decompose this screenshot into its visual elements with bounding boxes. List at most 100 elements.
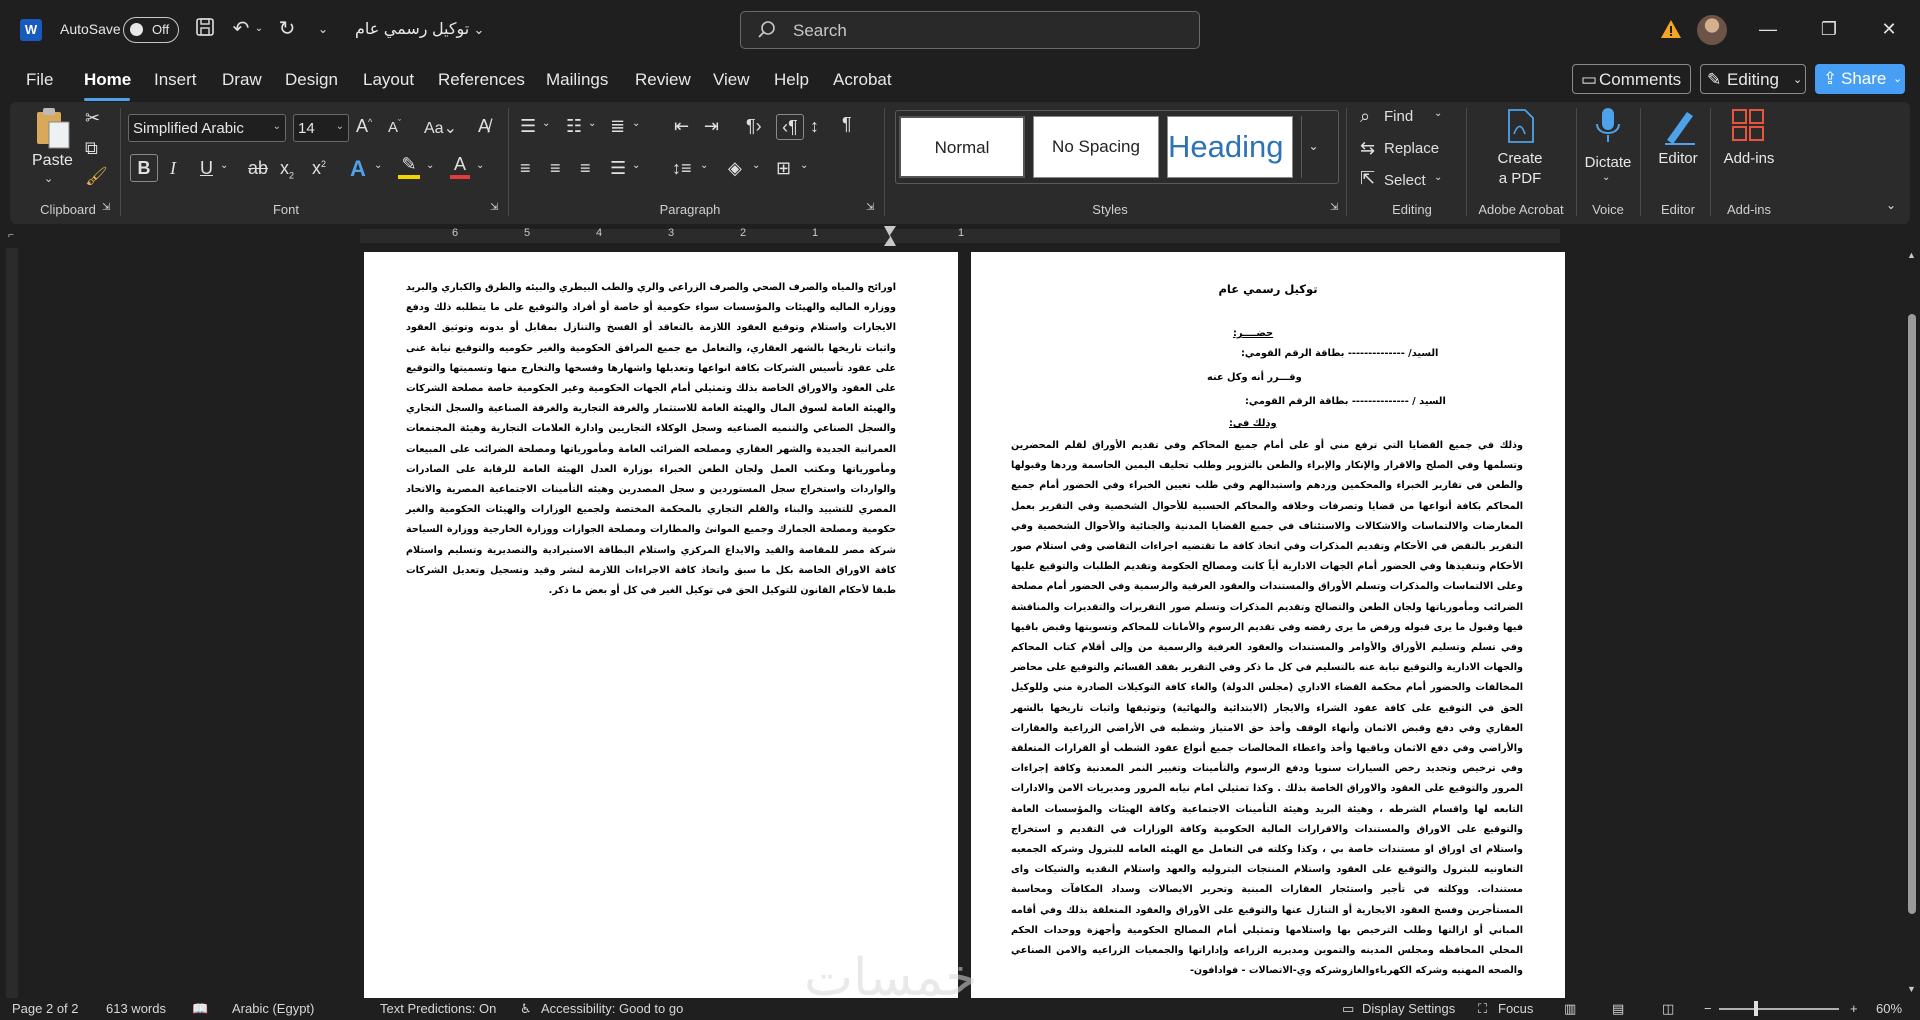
dictate-label[interactable]: Dictate — [1576, 154, 1640, 171]
replace-icon[interactable]: ⇆ — [1360, 138, 1375, 159]
show-marks-icon[interactable]: ¶ — [842, 114, 852, 135]
scrollbar-thumb[interactable] — [1908, 314, 1916, 914]
attendance-label[interactable]: حضــــر: — [1233, 328, 1273, 339]
user-avatar[interactable] — [1697, 15, 1727, 45]
page-body-text[interactable]: وذلك في جميع القضايا التي ترفع مني أو عل… — [1011, 436, 1523, 981]
replace-label[interactable]: Replace — [1384, 140, 1439, 157]
dictate-chevron-icon[interactable]: ⌄ — [1602, 172, 1610, 183]
style-normal[interactable]: Normal — [899, 116, 1025, 178]
find-icon[interactable]: ⌕ — [1360, 106, 1370, 127]
cut-icon[interactable]: ✂ — [85, 108, 100, 129]
editor-label[interactable]: Editor — [1646, 150, 1710, 167]
format-painter-icon[interactable]: 🖌 — [85, 166, 108, 187]
decrease-indent-icon[interactable]: ⇤ — [674, 116, 689, 137]
microphone-icon[interactable] — [1588, 106, 1628, 146]
underline-icon[interactable]: U — [200, 158, 213, 179]
agent-line[interactable]: السيد / -------------- بطاقة الرقم القوم… — [1245, 396, 1446, 407]
redo-icon[interactable]: ↻ — [274, 16, 300, 42]
share-button[interactable]: ⇪ Share ⌄ — [1815, 64, 1905, 94]
bullets-chevron-icon[interactable]: ⌄ — [542, 118, 550, 129]
font-color-chevron-icon[interactable]: ⌄ — [476, 160, 484, 171]
zoom-slider-thumb[interactable] — [1754, 1001, 1758, 1016]
editor-icon[interactable] — [1660, 106, 1698, 146]
document-page-2[interactable]: توكيل رسمي عام حضــــر: السيد/ ---------… — [971, 252, 1565, 998]
create-pdf-label-1[interactable]: Create — [1478, 150, 1562, 167]
sort-icon[interactable]: ↕ — [810, 116, 819, 137]
zoom-slider[interactable] — [1719, 1008, 1839, 1010]
print-layout-icon[interactable]: ▤ — [1612, 1001, 1624, 1017]
select-chevron-icon[interactable]: ⌄ — [1434, 172, 1442, 183]
acknowledgement-line[interactable]: وقـــرر أنه وكل عنه — [1207, 372, 1302, 383]
ltr-icon[interactable]: ¶› — [746, 116, 762, 137]
create-pdf-icon[interactable] — [1502, 108, 1538, 144]
copy-icon[interactable]: ⧉ — [85, 138, 98, 159]
undo-dropdown-icon[interactable]: ⌄ — [252, 16, 266, 42]
tab-references[interactable]: References — [438, 70, 525, 90]
borders-chevron-icon[interactable]: ⌄ — [800, 160, 808, 171]
tab-file[interactable]: File — [26, 70, 53, 90]
tab-view[interactable]: View — [713, 70, 750, 90]
accessibility-status[interactable]: Accessibility: Good to go — [541, 1001, 683, 1016]
undo-icon[interactable]: ↶ — [228, 16, 254, 42]
minimize-icon[interactable]: — — [1748, 14, 1788, 44]
horizontal-ruler[interactable]: ⌐ 6 5 4 3 2 1 1 — [0, 224, 1920, 248]
align-left-icon[interactable]: ≡ — [520, 158, 531, 179]
customize-toolbar-icon[interactable]: ⌄ — [310, 16, 336, 42]
paste-icon[interactable] — [32, 106, 72, 149]
document-page-1[interactable]: اورائح والمياه والصرف الصحي والصرف الزرا… — [364, 252, 958, 998]
read-mode-icon[interactable]: ▥ — [1564, 1001, 1576, 1017]
tab-mailings[interactable]: Mailings — [546, 70, 608, 90]
display-settings-icon[interactable]: ▭ — [1342, 1001, 1354, 1017]
style-heading-1[interactable]: Heading 1 — [1167, 116, 1293, 178]
strikethrough-icon[interactable]: ab — [248, 158, 268, 179]
font-launcher-icon[interactable]: ⇲ — [490, 202, 498, 213]
create-pdf-label-2[interactable]: a PDF — [1478, 170, 1562, 187]
language-label[interactable]: Arabic (Egypt) — [232, 1001, 314, 1016]
title-chevron-icon[interactable]: ⌄ — [466, 17, 492, 43]
text-effects-icon[interactable]: A — [350, 156, 366, 182]
proofing-icon[interactable]: 📖 — [192, 1001, 208, 1017]
font-name-select[interactable]: Simplified Arabic ⌄ — [128, 114, 286, 142]
tab-draw[interactable]: Draw — [222, 70, 262, 90]
warning-icon[interactable] — [1660, 18, 1682, 40]
search-box[interactable]: Search — [740, 11, 1200, 49]
document-canvas[interactable]: اورائح والمياه والصرف الصحي والصرف الزرا… — [24, 248, 1904, 998]
bold-icon[interactable]: B — [130, 154, 158, 182]
clear-formatting-icon[interactable]: A̸ — [478, 116, 490, 137]
change-case-icon[interactable]: Aa⌄ — [424, 118, 457, 138]
line-spacing-chevron-icon[interactable]: ⌄ — [700, 160, 708, 171]
justify-chevron-icon[interactable]: ⌄ — [632, 160, 640, 171]
text-predictions[interactable]: Text Predictions: On — [380, 1001, 496, 1016]
clipboard-launcher-icon[interactable]: ⇲ — [102, 202, 110, 213]
scope-label[interactable]: وذلك في: — [1229, 418, 1277, 429]
zoom-in-icon[interactable]: + — [1850, 1001, 1858, 1016]
word-count[interactable]: 613 words — [106, 1001, 166, 1016]
select-label[interactable]: Select — [1384, 172, 1426, 189]
scroll-up-icon[interactable]: ▲ — [1907, 250, 1916, 260]
font-size-select[interactable]: 14 ⌄ — [293, 114, 349, 142]
select-cursor-icon[interactable]: ⇱ — [1360, 168, 1375, 189]
borders-icon[interactable]: ⊞ — [776, 158, 791, 179]
highlight-chevron-icon[interactable]: ⌄ — [426, 160, 434, 171]
shading-chevron-icon[interactable]: ⌄ — [752, 160, 760, 171]
principal-line[interactable]: السيد/ -------------- بطاقة الرقم القومي… — [1241, 348, 1438, 359]
multilevel-chevron-icon[interactable]: ⌄ — [632, 118, 640, 129]
collapse-ribbon-icon[interactable]: ⌄ — [1886, 198, 1896, 212]
align-center-icon[interactable]: ≡ — [550, 158, 561, 179]
multilevel-list-icon[interactable]: ≣ — [610, 116, 625, 137]
focus-label[interactable]: Focus — [1498, 1001, 1533, 1016]
grow-font-icon[interactable]: A^ — [356, 116, 372, 137]
highlight-icon[interactable]: ✎ — [398, 154, 420, 179]
close-icon[interactable]: ✕ — [1869, 14, 1909, 44]
page-body-text[interactable]: اورائح والمياه والصرف الصحي والصرف الزرا… — [406, 278, 896, 601]
find-label[interactable]: Find — [1384, 108, 1413, 125]
web-layout-icon[interactable]: ◫ — [1662, 1001, 1674, 1017]
justify-icon[interactable]: ☰ — [610, 158, 626, 179]
styles-more-icon[interactable]: ⌄ — [1301, 116, 1325, 178]
save-icon[interactable] — [192, 16, 218, 42]
underline-chevron-icon[interactable]: ⌄ — [220, 160, 228, 171]
styles-launcher-icon[interactable]: ⇲ — [1330, 202, 1338, 213]
zoom-out-icon[interactable]: − — [1704, 1001, 1712, 1016]
tab-insert[interactable]: Insert — [154, 70, 197, 90]
subscript-icon[interactable]: x2 — [280, 158, 294, 181]
